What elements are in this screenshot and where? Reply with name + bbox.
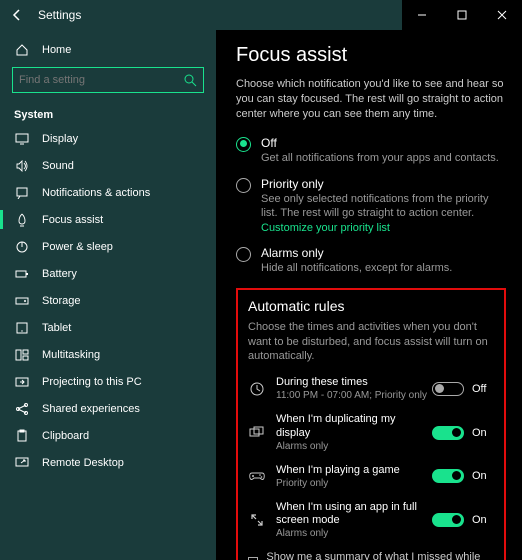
close-button[interactable] [482, 0, 522, 30]
radio-button[interactable] [236, 247, 251, 262]
sound-icon [14, 160, 30, 172]
radio-off[interactable]: OffGet all notifications from your apps … [236, 136, 506, 165]
rule-title: When I'm duplicating my display [276, 413, 432, 439]
sidebar-item-notifications[interactable]: Notifications & actions [0, 179, 216, 206]
rule-title: During these times [276, 376, 432, 389]
sidebar-item-label: Tablet [42, 322, 71, 334]
duplicate-display-icon [248, 426, 266, 440]
radio-label: Priority only [261, 177, 506, 191]
titlebar: Settings [0, 0, 522, 30]
display-icon [14, 133, 30, 145]
sidebar-item-multitasking[interactable]: Multitasking [0, 341, 216, 368]
radio-sub: Hide all notifications, except for alarm… [261, 261, 452, 275]
radio-button[interactable] [236, 137, 251, 152]
shared-icon [14, 402, 30, 416]
sidebar-item-label: Sound [42, 160, 74, 172]
battery-icon [14, 269, 30, 279]
radio-sub: See only selected notifications from the… [261, 192, 506, 221]
notifications-icon [14, 187, 30, 199]
sidebar-item-sound[interactable]: Sound [0, 152, 216, 179]
sidebar-item-label: Power & sleep [42, 241, 113, 253]
sidebar-item-label: Battery [42, 268, 77, 280]
radio-sub: Get all notifications from your apps and… [261, 151, 499, 165]
projecting-icon [14, 376, 30, 388]
search-box[interactable] [12, 67, 204, 93]
sidebar: Home System Display Sound Notifications … [0, 30, 216, 560]
clock-icon [248, 381, 266, 397]
sidebar-item-clipboard[interactable]: Clipboard [0, 422, 216, 449]
rules-description: Choose the times and activities when you… [248, 320, 494, 365]
radio-button[interactable] [236, 178, 251, 193]
rule-sub: Alarms only [276, 528, 432, 539]
toggle-switch[interactable] [432, 382, 464, 396]
radio-alarms[interactable]: Alarms onlyHide all notifications, excep… [236, 246, 506, 275]
sidebar-item-label: Display [42, 133, 78, 145]
search-input[interactable] [19, 74, 184, 86]
focus-assist-icon [14, 213, 30, 227]
customize-link[interactable]: Customize your priority list [261, 222, 390, 234]
remote-icon [14, 457, 30, 469]
game-icon [248, 470, 266, 482]
sidebar-home[interactable]: Home [0, 36, 216, 63]
sidebar-item-label: Focus assist [42, 214, 103, 226]
rule-title: When I'm playing a game [276, 464, 432, 477]
toggle-state: On [472, 514, 494, 526]
summary-text: Show me a summary of what I missed while… [266, 551, 494, 560]
clipboard-icon [14, 429, 30, 443]
sidebar-item-label: Shared experiences [42, 403, 140, 415]
multitasking-icon [14, 349, 30, 361]
toggle-switch[interactable] [432, 426, 464, 440]
toggle-switch[interactable] [432, 469, 464, 483]
sidebar-item-label: Projecting to this PC [42, 376, 142, 388]
rule-title: When I'm using an app in full screen mod… [276, 501, 432, 527]
fullscreen-icon [248, 512, 266, 528]
rule-sub: Priority only [276, 478, 432, 489]
page-title: Focus assist [236, 44, 506, 67]
sidebar-item-focus-assist[interactable]: Focus assist [0, 206, 216, 233]
summary-checkbox-row[interactable]: Show me a summary of what I missed while… [248, 551, 494, 560]
rule-fullscreen[interactable]: When I'm using an app in full screen mod… [248, 501, 494, 539]
toggle-state: Off [472, 383, 494, 395]
sidebar-item-label: Storage [42, 295, 81, 307]
toggle-state: On [472, 470, 494, 482]
rule-game[interactable]: When I'm playing a gamePriority only On [248, 464, 494, 489]
maximize-button[interactable] [442, 0, 482, 30]
radio-label: Alarms only [261, 246, 452, 260]
sidebar-item-display[interactable]: Display [0, 125, 216, 152]
sidebar-item-remote[interactable]: Remote Desktop [0, 449, 216, 476]
back-button[interactable] [0, 8, 34, 22]
sidebar-item-label: Multitasking [42, 349, 100, 361]
rules-heading: Automatic rules [248, 298, 494, 314]
radio-label: Off [261, 136, 499, 150]
power-icon [14, 240, 30, 254]
minimize-button[interactable] [402, 0, 442, 30]
sidebar-item-power[interactable]: Power & sleep [0, 233, 216, 260]
sidebar-item-shared[interactable]: Shared experiences [0, 395, 216, 422]
sidebar-item-label: Notifications & actions [42, 187, 150, 199]
sidebar-item-projecting[interactable]: Projecting to this PC [0, 368, 216, 395]
content-pane: Focus assist Choose which notification y… [216, 30, 522, 560]
sidebar-item-tablet[interactable]: Tablet [0, 314, 216, 341]
toggle-switch[interactable] [432, 513, 464, 527]
sidebar-item-label: Remote Desktop [42, 457, 124, 469]
storage-icon [14, 296, 30, 306]
tablet-icon [14, 322, 30, 334]
search-icon [184, 74, 197, 87]
rule-sub: 11:00 PM - 07:00 AM; Priority only [276, 390, 432, 401]
page-description: Choose which notification you'd like to … [236, 77, 506, 122]
window-title: Settings [34, 8, 402, 22]
home-icon [14, 43, 30, 57]
toggle-state: On [472, 427, 494, 439]
sidebar-item-storage[interactable]: Storage [0, 287, 216, 314]
rule-duplicating[interactable]: When I'm duplicating my display Alarms on… [248, 413, 494, 451]
rule-times[interactable]: During these times11:00 PM - 07:00 AM; P… [248, 376, 494, 401]
radio-priority[interactable]: Priority onlySee only selected notificat… [236, 177, 506, 235]
sidebar-section-label: System [0, 101, 216, 125]
sidebar-item-label: Clipboard [42, 430, 89, 442]
sidebar-item-label: Home [42, 44, 71, 56]
rule-sub: Alarms only [276, 441, 432, 452]
sidebar-item-battery[interactable]: Battery [0, 260, 216, 287]
automatic-rules-section: Automatic rules Choose the times and act… [236, 288, 506, 560]
